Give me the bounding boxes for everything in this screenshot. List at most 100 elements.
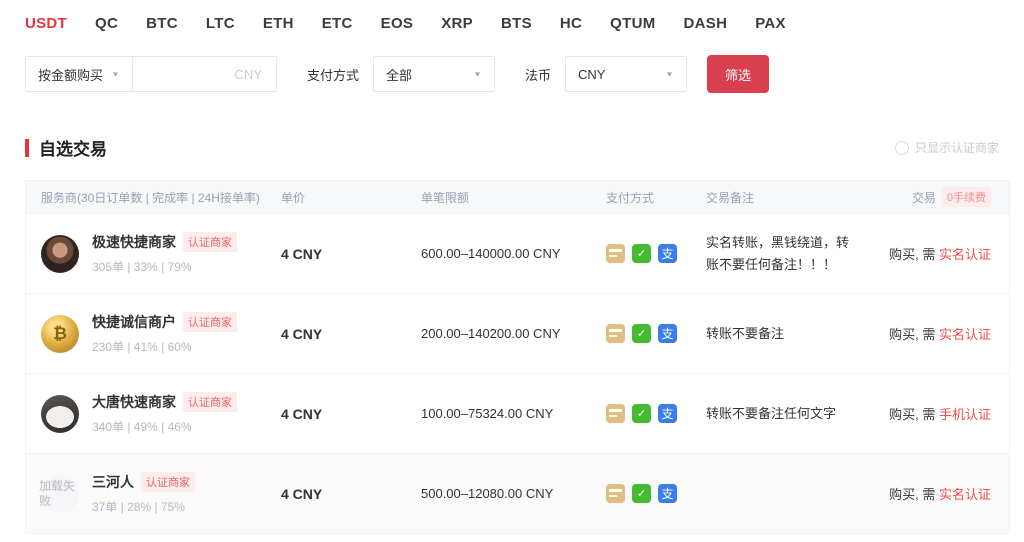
chevron-down-icon: ▼ [111,70,120,78]
order-limit: 200.00–140200.00 CNY [421,326,606,341]
coin-nav: USDT QC BTC LTC ETH ETC EOS XRP BTS HC Q… [0,0,1024,32]
buy-action-text: 购买, 需 [889,407,939,422]
certified-merchant-badge: 认证商家 [183,392,237,412]
merchant-avatar-load-failed: 加载失败 [41,475,79,513]
trade-note: 实名转账，黑钱绕道，转账不要任何备注！！！ [706,232,886,275]
verification-requirement[interactable]: 手机认证 [939,407,991,422]
certified-merchant-badge: 认证商家 [183,312,237,332]
merchant-stats: 340单 | 49% | 46% [92,418,237,435]
nav-tab-ltc[interactable]: LTC [206,15,235,32]
verification-requirement[interactable]: 实名认证 [939,487,991,502]
merchant-avatar [41,235,79,273]
wechat-pay-icon: ✓ [632,404,651,423]
nav-tab-hc[interactable]: HC [560,15,582,32]
page-title: 自选交易 [39,135,107,160]
merchant-stats: 305单 | 33% | 79% [92,258,237,275]
radio-circle-icon[interactable] [895,141,909,155]
table-row[interactable]: 加载失败 三河人 认证商家 37单 | 28% | 75% 4 CNY 500.… [26,453,1009,533]
unit-price: 4 CNY [281,246,421,262]
nav-tab-eos[interactable]: EOS [381,15,414,32]
payment-method-select[interactable]: 全部 ▼ [373,56,495,92]
buy-action[interactable]: 购买, 需 手机认证 [886,404,1009,423]
nav-tab-btc[interactable]: BTC [146,15,178,32]
buy-action-text: 购买, 需 [889,327,939,342]
merchant-name[interactable]: 快捷诚信商户 [92,312,176,332]
bank-card-icon [606,484,625,503]
trade-note: 转账不要备注 [706,323,886,344]
certified-merchant-badge: 认证商家 [141,472,195,492]
fiat-select[interactable]: CNY ▼ [565,56,687,92]
zero-fee-badge: 0手续费 [942,187,991,207]
merchant-stats: 37单 | 28% | 75% [92,498,195,515]
avatar-load-failed-text: 加载失败 [39,479,83,509]
verification-requirement[interactable]: 实名认证 [939,327,991,342]
alipay-icon: 支 [658,324,677,343]
merchant-avatar: ₿ [41,315,79,353]
nav-tab-dash[interactable]: DASH [684,15,728,32]
trade-note: 转账不要备注任何文字 [706,403,886,424]
radio-label: 只显示认证商家 [915,139,999,156]
wechat-pay-icon: ✓ [632,484,651,503]
verification-requirement[interactable]: 实名认证 [939,247,991,262]
alipay-icon: 支 [658,404,677,423]
order-limit: 600.00–140000.00 CNY [421,246,606,261]
payment-method-label: 支付方式 [307,65,359,84]
amount-input-box [132,56,277,92]
nav-tab-pax[interactable]: PAX [755,15,786,32]
buy-action-text: 购买, 需 [889,487,939,502]
chevron-down-icon: ▼ [665,70,674,78]
merchant-avatar [41,395,79,433]
col-payment: 支付方式 [606,189,706,206]
payment-method-value: 全部 [386,65,412,84]
section-header: 自选交易 只显示认证商家 [25,135,999,160]
unit-price: 4 CNY [281,326,421,342]
bank-card-icon [606,324,625,343]
alipay-icon: 支 [658,244,677,263]
col-merchant: 服务商(30日订单数 | 完成率 | 24H接单率) [26,189,281,206]
nav-tab-usdt[interactable]: USDT [25,15,67,32]
order-limit: 100.00–75324.00 CNY [421,406,606,421]
amount-input[interactable] [145,66,264,83]
table-header-row: 服务商(30日订单数 | 完成率 | 24H接单率) 单价 单笔限额 支付方式 … [26,181,1009,213]
fiat-value: CNY [578,67,605,82]
chevron-down-icon: ▼ [473,70,482,78]
order-limit: 500.00–12080.00 CNY [421,486,606,501]
merchant-stats: 230单 | 41% | 60% [92,338,237,355]
nav-tab-bts[interactable]: BTS [501,15,532,32]
table-row[interactable]: ₿ 快捷诚信商户 认证商家 230单 | 41% | 60% 4 CNY 200… [26,293,1009,373]
col-limit: 单笔限额 [421,189,606,206]
nav-tab-eth[interactable]: ETH [263,15,294,32]
merchant-name[interactable]: 三河人 [92,472,134,492]
certified-merchant-badge: 认证商家 [183,232,237,252]
unit-price: 4 CNY [281,406,421,422]
certified-only-radio[interactable]: 只显示认证商家 [895,139,999,156]
nav-tab-etc[interactable]: ETC [322,15,353,32]
wechat-pay-icon: ✓ [632,244,651,263]
col-price: 单价 [281,189,421,206]
merchant-name[interactable]: 大唐快速商家 [92,392,176,412]
fiat-label: 法币 [525,65,551,84]
nav-tab-qtum[interactable]: QTUM [610,15,655,32]
col-note: 交易备注 [706,189,886,206]
buy-mode-label: 按金额购买 [38,65,103,84]
nav-tab-qc[interactable]: QC [95,15,118,32]
buy-mode-dropdown[interactable]: 按金额购买 ▼ [25,56,133,92]
bank-card-icon [606,244,625,263]
table-row[interactable]: 极速快捷商家 认证商家 305单 | 33% | 79% 4 CNY 600.0… [26,213,1009,293]
alipay-icon: 支 [658,484,677,503]
section-accent-bar [25,139,29,157]
merchant-name[interactable]: 极速快捷商家 [92,232,176,252]
col-trade: 交易 0手续费 [886,187,1009,207]
offers-table: 服务商(30日订单数 | 完成率 | 24H接单率) 单价 单笔限额 支付方式 … [25,180,1010,534]
trade-header-label: 交易 [912,189,936,206]
buy-action[interactable]: 购买, 需 实名认证 [886,324,1009,343]
buy-action-text: 购买, 需 [889,247,939,262]
table-row[interactable]: 大唐快速商家 认证商家 340单 | 49% | 46% 4 CNY 100.0… [26,373,1009,453]
nav-tab-xrp[interactable]: XRP [441,15,473,32]
bank-card-icon [606,404,625,423]
buy-action[interactable]: 购买, 需 实名认证 [886,484,1009,503]
filter-bar: 按金额购买 ▼ 支付方式 全部 ▼ 法币 CNY ▼ 筛选 [25,55,1024,93]
buy-action[interactable]: 购买, 需 实名认证 [886,244,1009,263]
wechat-pay-icon: ✓ [632,324,651,343]
filter-button[interactable]: 筛选 [707,55,769,93]
